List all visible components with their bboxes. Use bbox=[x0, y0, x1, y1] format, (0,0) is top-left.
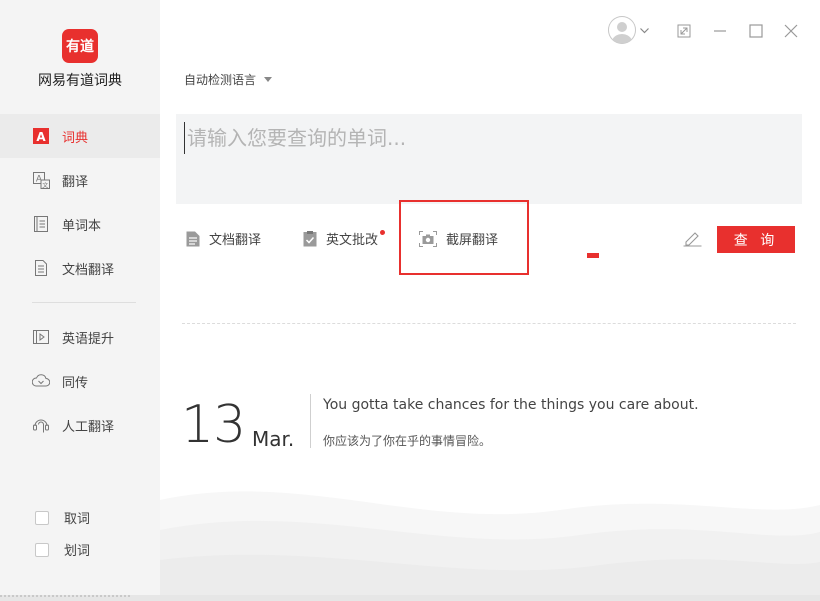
tool-label: 英文批改 bbox=[326, 233, 379, 248]
check-quci[interactable]: 取词 bbox=[35, 508, 90, 527]
svg-text:A: A bbox=[36, 130, 46, 144]
tool-label: 文档翻译 bbox=[209, 233, 262, 248]
check-label: 划词 bbox=[64, 544, 91, 559]
daily-month: Mar. bbox=[252, 427, 295, 451]
divider bbox=[182, 323, 796, 324]
sidebar-item-label: 词典 bbox=[62, 130, 89, 146]
sidebar-item-document-translate[interactable]: 文档翻译 bbox=[0, 246, 160, 290]
daily-quote-cn: 你应该为了你在乎的事情冒险。 bbox=[323, 434, 492, 448]
daily-quote-en: You gotta take chances for the things yo… bbox=[323, 397, 699, 413]
maximize-icon[interactable] bbox=[746, 18, 766, 44]
mini-mode-icon[interactable] bbox=[674, 18, 694, 44]
bottom-strip bbox=[0, 595, 820, 601]
logo-text: 有道 bbox=[66, 39, 94, 55]
search-box bbox=[176, 114, 802, 204]
decorative-waves bbox=[160, 491, 820, 601]
check-label: 取词 bbox=[64, 512, 91, 527]
sidebar-item-simultaneous-interpret[interactable]: 同传 bbox=[0, 359, 160, 403]
language-select-label: 自动检测语言 bbox=[184, 73, 257, 87]
app-window: 有道 网易有道词典 A 词典 A文 翻译 单词本 文档翻译 英语提升 同传 人工… bbox=[0, 0, 820, 601]
tool-english-correction[interactable]: 英文批改 bbox=[303, 229, 378, 248]
sidebar-item-translate[interactable]: A文 翻译 bbox=[0, 158, 160, 202]
quci-checkbox[interactable] bbox=[35, 510, 49, 525]
sidebar-item-label: 翻译 bbox=[62, 174, 89, 190]
translate-icon: A文 bbox=[32, 171, 50, 189]
minimize-icon[interactable] bbox=[710, 18, 730, 44]
english-improve-icon bbox=[32, 328, 50, 346]
sidebar-item-label: 人工翻译 bbox=[62, 419, 115, 435]
account-chevron-down-icon[interactable] bbox=[638, 18, 650, 44]
close-icon[interactable] bbox=[781, 18, 801, 44]
app-logo: 有道 bbox=[62, 29, 98, 63]
dictionary-icon: A bbox=[32, 127, 50, 145]
sidebar-item-label: 单词本 bbox=[62, 218, 102, 234]
sidebar-item-human-translate[interactable]: 人工翻译 bbox=[0, 403, 160, 447]
sidebar-item-label: 同传 bbox=[62, 375, 89, 391]
sidebar-divider bbox=[32, 302, 136, 303]
highlight-box bbox=[399, 200, 529, 275]
check-huaci[interactable]: 划词 bbox=[35, 540, 90, 559]
handwriting-icon[interactable] bbox=[683, 230, 702, 251]
simultaneous-interpret-icon bbox=[32, 372, 50, 390]
correction-badge bbox=[380, 230, 385, 235]
caret-down-icon bbox=[264, 77, 273, 82]
user-avatar[interactable] bbox=[608, 16, 636, 44]
app-name: 网易有道词典 bbox=[38, 73, 122, 89]
svg-text:文: 文 bbox=[42, 181, 48, 189]
language-select[interactable]: 自动检测语言 bbox=[184, 71, 273, 88]
sidebar-item-label: 英语提升 bbox=[62, 331, 115, 347]
daily-day: 13 bbox=[181, 395, 246, 455]
red-marker bbox=[587, 253, 599, 258]
human-translate-icon bbox=[32, 416, 50, 434]
query-button[interactable]: 查 询 bbox=[717, 226, 795, 253]
document-icon bbox=[186, 231, 200, 246]
sidebar-item-label: 文档翻译 bbox=[62, 262, 115, 278]
huaci-checkbox[interactable] bbox=[35, 542, 49, 557]
tool-document-translate[interactable]: 文档翻译 bbox=[186, 229, 261, 248]
search-input[interactable] bbox=[184, 122, 789, 154]
document-translate-icon bbox=[32, 259, 50, 277]
sidebar-item-wordbook[interactable]: 单词本 bbox=[0, 202, 160, 246]
sidebar-item-english-improve[interactable]: 英语提升 bbox=[0, 315, 160, 359]
correction-icon bbox=[303, 230, 317, 246]
sidebar-item-dictionary[interactable]: A 词典 bbox=[0, 114, 160, 158]
sidebar: 有道 网易有道词典 A 词典 A文 翻译 单词本 文档翻译 英语提升 同传 人工… bbox=[0, 0, 160, 601]
daily-divider bbox=[310, 394, 311, 448]
wordbook-icon bbox=[32, 215, 50, 233]
